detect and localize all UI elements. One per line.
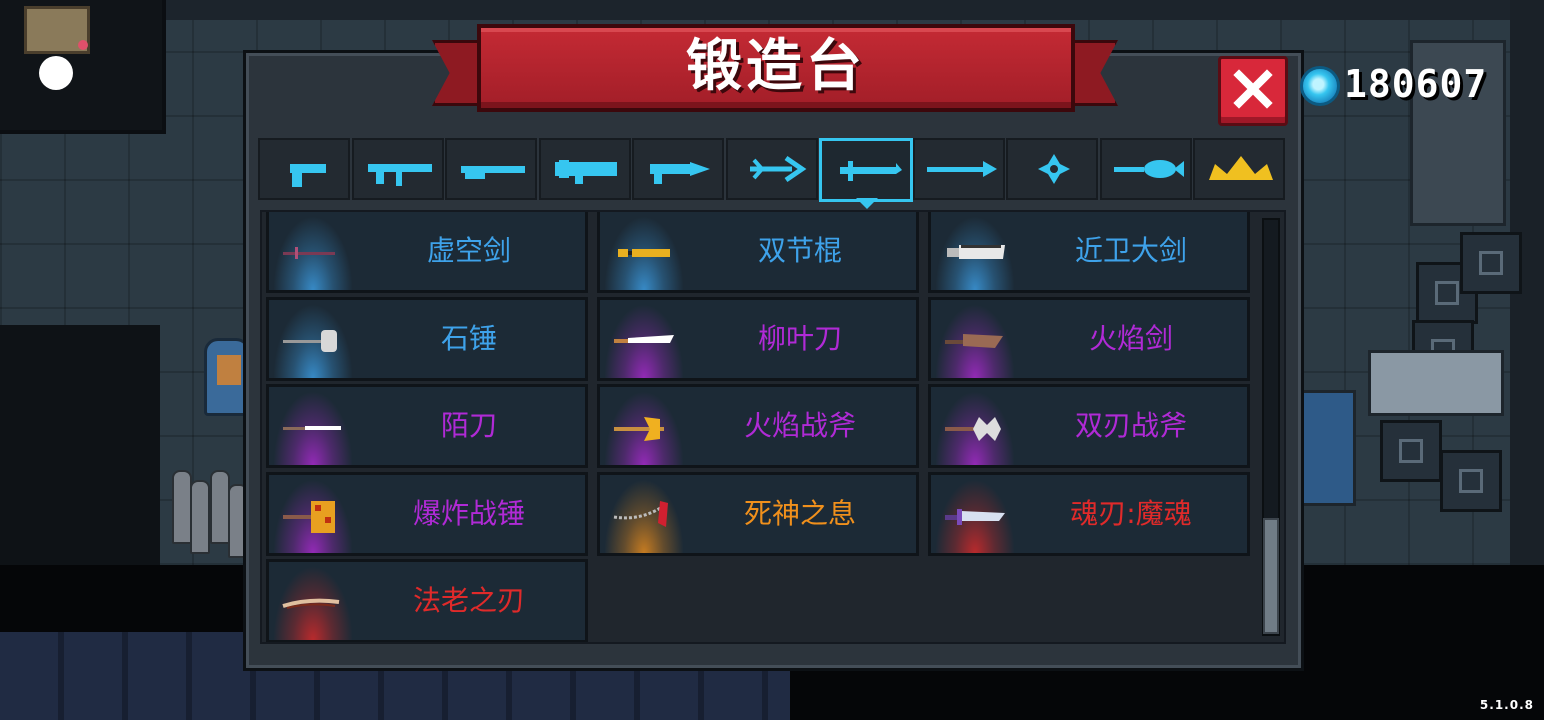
- weapon-name: 魂刃:魔魂: [1070, 496, 1192, 530]
- version-label: 5.1.0.8: [1479, 698, 1534, 712]
- page-title: 锻造台: [686, 34, 866, 99]
- shotgun-icon: [461, 166, 525, 179]
- gas-tank: [190, 480, 210, 554]
- selected-tab-indicator: [856, 198, 878, 209]
- gas-tank: [210, 470, 230, 544]
- weapon-card[interactable]: 火焰剑: [928, 296, 1250, 381]
- bow-icon: [749, 155, 806, 183]
- weapon-name: 柳叶刀: [757, 321, 842, 355]
- fish-staff-icon: [1113, 160, 1184, 178]
- weapon-card[interactable]: 近卫大剑: [928, 212, 1250, 293]
- sword-icon: [840, 161, 902, 181]
- crate: [1380, 420, 1442, 482]
- tab-launcher[interactable]: [538, 138, 631, 200]
- weapon-card[interactable]: 柳叶刀: [597, 296, 919, 381]
- gem-icon: [1300, 66, 1340, 106]
- laser-gun-icon: [650, 162, 710, 184]
- gem-count: 180607: [1344, 62, 1488, 106]
- flame-axe-icon: [610, 409, 676, 451]
- close-icon: [1233, 69, 1273, 109]
- death-scythe-icon: [610, 497, 676, 539]
- weapon-card[interactable]: 虚空剑: [266, 212, 588, 293]
- pharaoh-blade-icon: [279, 584, 345, 626]
- weapon-card[interactable]: 石锤: [266, 296, 588, 381]
- flame-sword-icon: [941, 322, 1007, 364]
- launcher-icon: [554, 160, 617, 184]
- nunchaku-icon: [610, 234, 676, 276]
- tab-rifle[interactable]: [351, 138, 444, 200]
- weapon-name: 火焰战斧: [743, 409, 856, 442]
- willow-blade-icon: [610, 322, 676, 364]
- void-sword-icon: [279, 234, 345, 276]
- room-wall-top: [160, 0, 1544, 20]
- scrollbar-thumb[interactable]: [1263, 518, 1279, 634]
- weapon-card[interactable]: 火焰战斧: [597, 384, 919, 468]
- weapon-name: 法老之刃: [412, 584, 525, 617]
- mo-dao-icon: [279, 409, 345, 451]
- tab-sword[interactable]: [819, 138, 913, 202]
- weapon-name: 爆炸战锤: [412, 496, 525, 530]
- title-ribbon: 锻造台: [477, 24, 1075, 112]
- weapon-card[interactable]: 双刃战斧: [928, 384, 1250, 468]
- weapon-name: 火焰剑: [1088, 321, 1173, 355]
- weapon-name: 石锤: [440, 321, 497, 355]
- tab-shuriken[interactable]: [1006, 138, 1098, 200]
- tab-spear[interactable]: [912, 138, 1005, 200]
- soul-blade-icon: [941, 497, 1007, 539]
- tab-shotgun[interactable]: [445, 138, 537, 200]
- weapon-card[interactable]: 爆炸战锤: [266, 471, 588, 556]
- gas-tank: [172, 470, 192, 544]
- weapon-name: 近卫大剑: [1074, 234, 1187, 267]
- weapon-card[interactable]: 陌刀: [266, 384, 588, 468]
- tab-laser-gun[interactable]: [632, 138, 724, 200]
- weapon-name: 陌刀: [440, 409, 497, 442]
- close-button[interactable]: [1218, 56, 1288, 126]
- crown-icon: [1209, 156, 1273, 180]
- weapon-name: 虚空剑: [426, 234, 511, 267]
- stone-hammer-icon: [279, 322, 345, 364]
- door-left: [0, 325, 160, 565]
- tab-crown[interactable]: [1193, 138, 1285, 200]
- joystick-dot[interactable]: [39, 56, 73, 90]
- guard-greatsword-icon: [941, 234, 1007, 276]
- notification-dot: [78, 40, 88, 50]
- weapon-card[interactable]: 魂刃:魔魂: [928, 471, 1250, 556]
- tab-pistol[interactable]: [258, 138, 350, 200]
- crate: [1460, 232, 1522, 294]
- pistol-icon: [290, 164, 326, 187]
- weapon-card[interactable]: 法老之刃: [266, 559, 588, 642]
- wall-machine: [1300, 390, 1356, 506]
- weapon-list[interactable]: 虚空剑 双节棍 近卫大剑石锤 柳叶刀 火焰剑陌刀 火焰战斧 双刃战斧爆炸战锤 死神之息 魂刃:魔…: [260, 210, 1286, 644]
- rifle-icon: [367, 164, 432, 186]
- lab-bench: [1368, 350, 1504, 416]
- explosive-hammer-icon: [279, 497, 345, 539]
- shuriken-icon: [1038, 154, 1070, 184]
- weapon-card[interactable]: 双节棍: [597, 212, 919, 293]
- weapon-name: 死神之息: [743, 496, 856, 530]
- double-axe-icon: [941, 409, 1007, 451]
- weapon-card[interactable]: 死神之息: [597, 471, 919, 556]
- tab-fish-staff[interactable]: [1099, 138, 1192, 200]
- crate: [1440, 450, 1502, 512]
- weapon-name: 双刃战斧: [1074, 409, 1187, 442]
- tab-bow[interactable]: [725, 138, 818, 200]
- weapon-name: 双节棍: [757, 234, 842, 267]
- spear-icon: [926, 161, 997, 177]
